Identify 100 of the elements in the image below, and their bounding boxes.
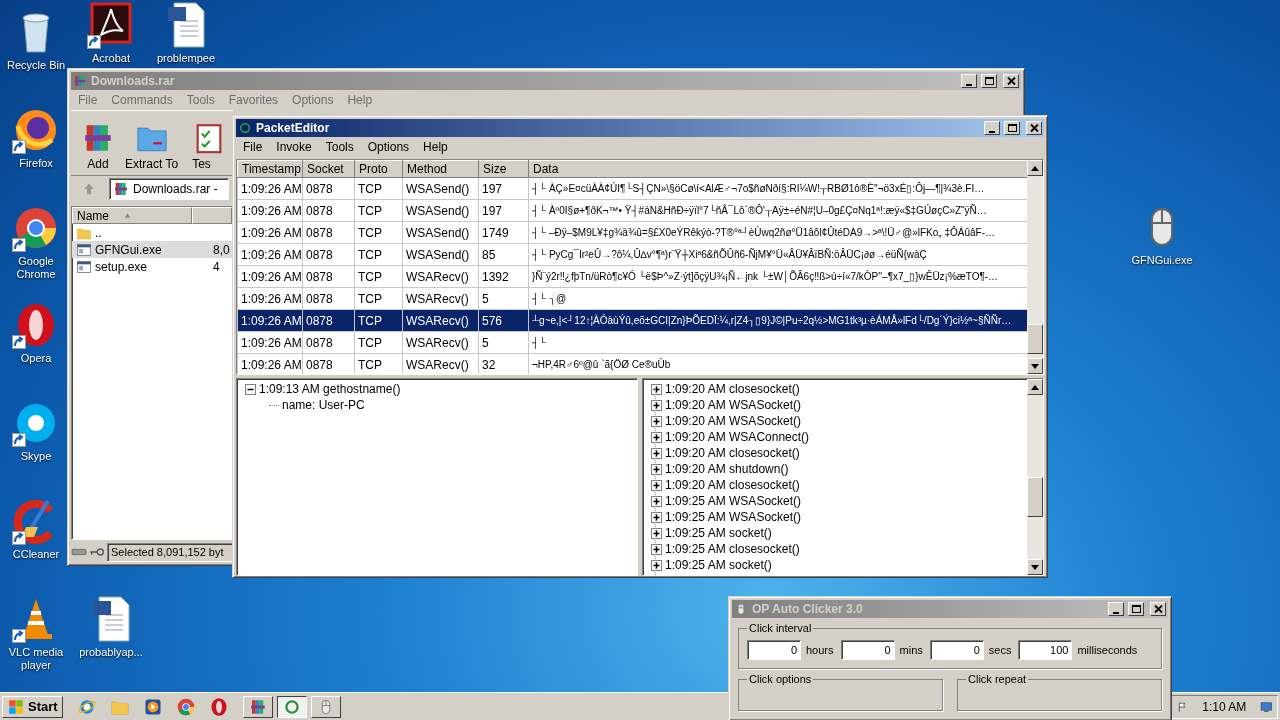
selected-row[interactable]: GFNGui.exe 8,0 bbox=[72, 241, 232, 258]
column-header[interactable] bbox=[192, 207, 232, 224]
scroll-thumb[interactable] bbox=[1027, 477, 1043, 517]
maximize-button[interactable] bbox=[1004, 121, 1020, 135]
group-label: Click options bbox=[748, 673, 813, 685]
toggle-box-icon[interactable] bbox=[245, 383, 256, 395]
scrollbar[interactable] bbox=[1027, 379, 1043, 575]
menu-item[interactable]: Tools bbox=[318, 140, 361, 154]
toggle-box-icon[interactable] bbox=[651, 559, 662, 571]
column-header[interactable]: Data bbox=[528, 160, 1027, 178]
tree-item[interactable]: 1:09:25 AM closesocket() bbox=[665, 542, 800, 556]
tree-item[interactable]: 1:09:25 AM WSASocket() bbox=[665, 510, 802, 524]
column-header[interactable]: Size bbox=[478, 160, 529, 178]
tree-item[interactable]: 1:09:25 AM socket() bbox=[665, 526, 772, 540]
icon-label[interactable]: problempee bbox=[151, 52, 221, 65]
toggle-box-icon[interactable] bbox=[651, 479, 662, 491]
toolbar-button[interactable]: Add bbox=[77, 121, 119, 173]
icon-label[interactable]: CCleaner bbox=[1, 548, 71, 561]
minimize-button[interactable] bbox=[984, 121, 1000, 135]
address-field[interactable]: Downloads.rar - bbox=[109, 178, 229, 200]
toggle-box-icon[interactable] bbox=[651, 447, 662, 459]
menu-item[interactable]: Options bbox=[285, 93, 341, 107]
toggle-box-icon[interactable] bbox=[651, 431, 662, 443]
number-field[interactable]: 0 bbox=[747, 640, 801, 660]
scrollbar[interactable] bbox=[1027, 160, 1043, 374]
close-button[interactable] bbox=[1026, 121, 1042, 135]
column-header[interactable]: Name bbox=[72, 207, 192, 224]
menu-item[interactable]: Options bbox=[360, 140, 417, 154]
group-label: Click repeat bbox=[967, 673, 1028, 685]
down-arrow-icon[interactable] bbox=[1031, 363, 1039, 369]
file-name[interactable]: .. bbox=[95, 225, 102, 240]
minimize-icon bbox=[1113, 611, 1119, 614]
toolbar-button[interactable]: Extract To bbox=[121, 121, 183, 173]
table-cell: 5 bbox=[478, 287, 529, 310]
toggle-box-icon[interactable] bbox=[651, 415, 662, 427]
tree-item[interactable]: 1:09:20 AM WSASocket() bbox=[665, 414, 802, 428]
menu-item[interactable]: Invoke bbox=[269, 140, 319, 154]
toolbar-button[interactable]: Tes bbox=[184, 121, 219, 173]
tree-item[interactable]: 1:09:20 AM closesocket() bbox=[665, 446, 800, 460]
tree-item[interactable]: 1:09:25 AM socket() bbox=[665, 558, 772, 572]
toggle-box-icon[interactable] bbox=[651, 383, 662, 395]
table-cell: TCP bbox=[354, 199, 403, 222]
close-icon bbox=[1006, 76, 1016, 86]
tree-item[interactable]: 1:09:20 AM closesocket() bbox=[665, 478, 800, 492]
scroll-thumb[interactable] bbox=[1027, 324, 1043, 354]
shortcut-arrow-icon bbox=[12, 531, 26, 545]
number-field[interactable]: 0 bbox=[840, 640, 895, 660]
menu-item[interactable]: Tools bbox=[179, 93, 222, 107]
file-name[interactable]: GFNGui.exe bbox=[95, 242, 162, 257]
icon-label[interactable]: Recycle Bin bbox=[1, 59, 71, 72]
number-field[interactable]: 0 bbox=[929, 640, 984, 660]
menu-item[interactable]: File bbox=[236, 140, 270, 154]
taskbar-button[interactable] bbox=[276, 695, 307, 718]
file-name[interactable]: setup.exe bbox=[95, 259, 148, 274]
toggle-box-icon[interactable] bbox=[651, 495, 662, 507]
toggle-box-icon[interactable] bbox=[651, 463, 662, 475]
selected-row[interactable]: 1:09:26 AM 0878 TCP WSARecv() 576 ┴g~e,|<┘12↑¦ÀÓàùÝû,eõ±GCI|Zn}ÞÕEDÏ:¼,r|Z4┐▯9}J©|Pu÷2q½>MG1tk³µ·èÁMÅ»lFd└/Dg´Ý}ci½ª~§ÑÑr… bbox=[237, 309, 1027, 332]
column-header[interactable]: Timestamp bbox=[237, 160, 303, 178]
program-window-icon bbox=[76, 241, 92, 258]
icon-label[interactable]: Opera bbox=[1, 352, 71, 365]
menu-item[interactable]: Help bbox=[416, 140, 455, 154]
tree-item[interactable]: name: User-PC bbox=[282, 398, 365, 412]
table-cell: TCP bbox=[354, 221, 403, 244]
table-cell: 1:09:26 AM bbox=[237, 309, 303, 332]
number-field[interactable]: 100 bbox=[1018, 640, 1073, 660]
column-header[interactable]: Method bbox=[402, 160, 479, 178]
icon-label[interactable]: GFNGui.exe bbox=[1127, 254, 1197, 267]
table-cell: 0878 bbox=[302, 177, 355, 200]
column-header[interactable]: Proto bbox=[354, 160, 403, 178]
icon-label[interactable]: Firefox bbox=[1, 157, 71, 170]
unit-label: milliseconds bbox=[1077, 644, 1138, 656]
file-size: 4 bbox=[212, 259, 220, 274]
icon-label[interactable]: Skype bbox=[1, 450, 71, 463]
tree-item[interactable]: 1:09:20 AM WSAConnect() bbox=[665, 430, 810, 444]
up-arrow-icon[interactable] bbox=[1031, 165, 1039, 171]
toggle-box-icon[interactable] bbox=[651, 399, 662, 411]
column-header[interactable]: Socket bbox=[302, 160, 355, 178]
table-cell: 85 bbox=[478, 243, 529, 266]
table-cell: 1:09:26 AM bbox=[237, 287, 303, 310]
tree-item[interactable]: 1:09:13 AM gethostname() bbox=[259, 382, 401, 396]
close-icon bbox=[1153, 604, 1163, 614]
toggle-box-icon[interactable] bbox=[651, 543, 662, 555]
toggle-box-icon[interactable] bbox=[651, 527, 662, 539]
tree-item[interactable]: 1:09:20 AM WSASocket() bbox=[665, 398, 802, 412]
tree-item[interactable]: 1:09:20 AM closesocket() bbox=[665, 382, 800, 396]
icon-label[interactable]: Google Chrome bbox=[1, 255, 71, 281]
table-cell: 1:09:26 AM bbox=[237, 177, 303, 200]
up-arrow-icon[interactable] bbox=[1031, 384, 1039, 390]
table-cell: 0878 bbox=[302, 331, 355, 354]
toggle-box-icon[interactable] bbox=[651, 511, 662, 523]
tree-item[interactable]: 1:09:25 AM WSASocket() bbox=[665, 494, 802, 508]
icon-label[interactable]: probablyap... bbox=[76, 646, 146, 659]
table-cell: 1:09:26 AM bbox=[237, 199, 303, 222]
icon-label[interactable]: VLC media player bbox=[1, 646, 71, 672]
start-button[interactable]: Start bbox=[2, 695, 63, 718]
icon-label[interactable]: Acrobat bbox=[76, 52, 146, 65]
menu-item[interactable]: Commands bbox=[104, 93, 180, 107]
table-cell: 0878 bbox=[302, 199, 355, 222]
down-arrow-icon[interactable] bbox=[1031, 564, 1039, 570]
tree-item[interactable]: 1:09:20 AM shutdown() bbox=[665, 462, 789, 476]
